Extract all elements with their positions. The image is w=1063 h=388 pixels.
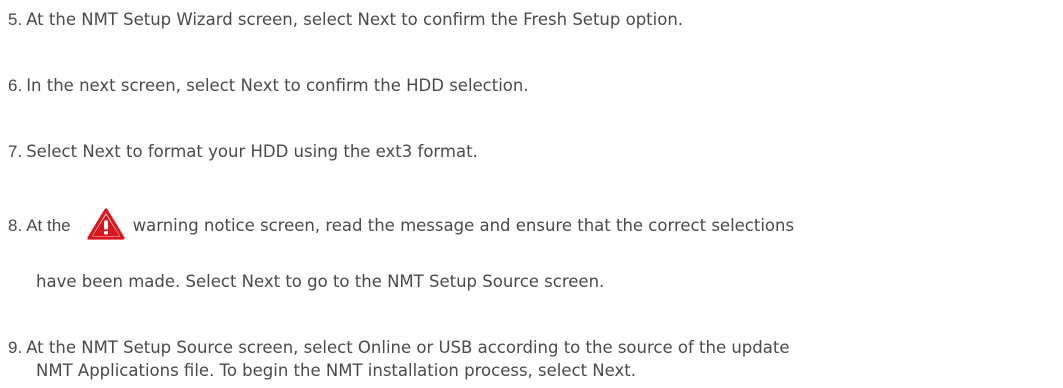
step-8-continuation: have been made. Select Next to go to the… bbox=[36, 272, 605, 291]
step-number: 7. bbox=[8, 142, 23, 161]
step-text-before-icon: At the bbox=[26, 216, 71, 235]
step-7: 7. Select Next to format your HDD using t… bbox=[8, 142, 478, 162]
step-9: 9. At the NMT Setup Source screen, select… bbox=[8, 338, 789, 358]
step-number: 8. bbox=[8, 216, 23, 235]
step-number: 6. bbox=[8, 76, 23, 95]
step-text: At the NMT Setup Source screen, select O… bbox=[26, 338, 790, 357]
step-text: In the next screen, select Next to confi… bbox=[26, 76, 529, 95]
step-number: 9. bbox=[8, 338, 23, 357]
step-5: 5. At the NMT Setup Wizard screen, select… bbox=[8, 10, 683, 30]
step-8: 8. At the warning notice screen, read the… bbox=[8, 208, 794, 240]
warning-icon bbox=[87, 208, 125, 240]
step-9-continuation: NMT Applications file. To begin the NMT … bbox=[36, 361, 636, 380]
step-text: Select Next to format your HDD using the… bbox=[26, 142, 478, 161]
step-number: 5. bbox=[8, 10, 23, 29]
step-6: 6. In the next screen, select Next to con… bbox=[8, 76, 529, 96]
step-text-after-icon: warning notice screen, read the message … bbox=[132, 216, 795, 235]
step-text: At the NMT Setup Wizard screen, select N… bbox=[26, 10, 684, 29]
